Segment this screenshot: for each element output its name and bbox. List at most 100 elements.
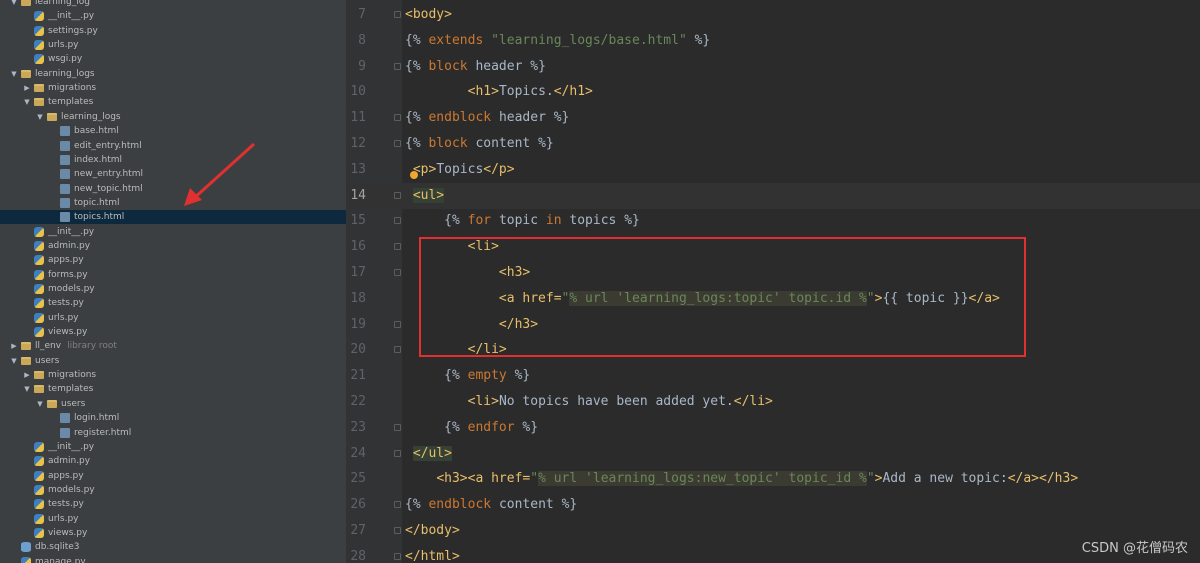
- tree-item[interactable]: ▶ migrations: [0, 368, 346, 382]
- tree-item[interactable]: models.py: [0, 483, 346, 497]
- tree-item[interactable]: admin.py: [0, 454, 346, 468]
- fold-marker-icon[interactable]: [394, 552, 401, 560]
- tree-item[interactable]: views.py: [0, 325, 346, 339]
- collapse-arrow-icon[interactable]: ▶: [9, 339, 19, 353]
- code-line[interactable]: 10 <h1>Topics.</h1>: [346, 79, 1200, 105]
- tree-item[interactable]: views.py: [0, 526, 346, 540]
- fold-marker-icon[interactable]: [394, 423, 401, 431]
- expand-arrow-icon[interactable]: ▼: [35, 110, 45, 124]
- fold-marker-icon[interactable]: [394, 114, 401, 122]
- tree-item[interactable]: ▼ learning_logs: [0, 110, 346, 124]
- tree-item[interactable]: new_topic.html: [0, 182, 346, 196]
- tree-item[interactable]: ▼ templates: [0, 95, 346, 109]
- tree-item[interactable]: __init__.py: [0, 225, 346, 239]
- tree-item-label: urls.py: [48, 312, 79, 323]
- tree-item[interactable]: ▼ learning_logs: [0, 67, 346, 81]
- tree-item[interactable]: register.html: [0, 426, 346, 440]
- folder-icon: [21, 356, 31, 365]
- tree-item[interactable]: new_entry.html: [0, 167, 346, 181]
- expand-arrow-icon[interactable]: ▼: [22, 382, 32, 396]
- tree-item[interactable]: ▼ users: [0, 397, 346, 411]
- tree-item[interactable]: tests.py: [0, 497, 346, 511]
- tree-item[interactable]: wsgi.py: [0, 52, 346, 66]
- fold-marker-icon[interactable]: [394, 62, 401, 70]
- code-line[interactable]: 24 </ul>: [346, 441, 1200, 467]
- tree-item[interactable]: apps.py: [0, 253, 346, 267]
- tree-item[interactable]: login.html: [0, 411, 346, 425]
- tree-item-label: db.sqlite3: [35, 542, 80, 553]
- expand-arrow-icon[interactable]: ▼: [22, 95, 32, 109]
- code-token: ": [530, 471, 539, 487]
- tree-item[interactable]: ▶ migrations: [0, 81, 346, 95]
- code-line[interactable]: 23 {% endfor %}: [346, 415, 1200, 441]
- tree-item[interactable]: ▼ templates: [0, 382, 346, 396]
- code-line[interactable]: 13 <p>Topics</p>: [346, 157, 1200, 183]
- code-line[interactable]: 11 {% endblock header %}: [346, 105, 1200, 131]
- fold-marker-icon[interactable]: [394, 320, 401, 328]
- tree-item[interactable]: index.html: [0, 153, 346, 167]
- tree-item-label: new_topic.html: [74, 183, 143, 194]
- tree-item[interactable]: ▶ ll_env library root: [0, 339, 346, 353]
- expand-arrow-icon[interactable]: ▼: [9, 67, 19, 81]
- tree-item[interactable]: edit_entry.html: [0, 139, 346, 153]
- tree-item[interactable]: urls.py: [0, 311, 346, 325]
- code-line[interactable]: 14 <ul>: [346, 182, 1200, 209]
- fold-marker-icon[interactable]: [394, 346, 401, 354]
- tree-item[interactable]: topic.html: [0, 196, 346, 210]
- code-token: <h3><a: [436, 471, 492, 487]
- project-tree-panel[interactable]: ▼ learning_log __init__.py settings.py urls.…: [0, 0, 346, 563]
- code-line[interactable]: 8 {% extends "learning_logs/base.html" %}: [346, 28, 1200, 54]
- tree-item[interactable]: urls.py: [0, 512, 346, 526]
- code-token: endfor: [467, 419, 523, 435]
- tree-item[interactable]: forms.py: [0, 268, 346, 282]
- code-line[interactable]: 7 <body>: [346, 2, 1200, 28]
- line-number: 25: [350, 471, 366, 487]
- tree-item[interactable]: urls.py: [0, 38, 346, 52]
- code-token: %}: [530, 58, 546, 74]
- tree-item[interactable]: admin.py: [0, 239, 346, 253]
- collapse-arrow-icon[interactable]: ▶: [22, 368, 32, 382]
- code-line[interactable]: 27 </body>: [346, 518, 1200, 544]
- expand-arrow-icon[interactable]: ▼: [35, 397, 45, 411]
- tree-item[interactable]: base.html: [0, 124, 346, 138]
- code-line[interactable]: 22 <li>No topics have been added yet.</l…: [346, 389, 1200, 415]
- code-line[interactable]: 25 <h3><a href="% url 'learning_logs:new…: [346, 466, 1200, 492]
- tree-item[interactable]: models.py: [0, 282, 346, 296]
- fold-marker-icon[interactable]: [394, 449, 401, 457]
- tree-item[interactable]: db.sqlite3: [0, 540, 346, 554]
- fold-marker-icon[interactable]: [394, 269, 401, 276]
- code-token: topic: [498, 213, 546, 229]
- fold-marker-icon[interactable]: [394, 217, 401, 225]
- code-line[interactable]: 26 {% endblock content %}: [346, 492, 1200, 518]
- tree-item[interactable]: __init__.py: [0, 440, 346, 454]
- tree-item[interactable]: apps.py: [0, 469, 346, 483]
- code-line[interactable]: 9 {% block header %}: [346, 54, 1200, 80]
- fold-marker-icon[interactable]: [394, 191, 401, 199]
- tree-item[interactable]: manage.py: [0, 555, 346, 563]
- code-line[interactable]: 28 </html>: [346, 544, 1200, 563]
- code-line[interactable]: 12 {% block content %}: [346, 131, 1200, 157]
- code-token: block: [428, 136, 476, 151]
- expand-arrow-icon[interactable]: ▼: [9, 0, 19, 9]
- tree-item[interactable]: ▼ learning_log: [0, 0, 346, 9]
- tree-item[interactable]: settings.py: [0, 24, 346, 38]
- collapse-arrow-icon[interactable]: ▶: [22, 81, 32, 95]
- tree-item[interactable]: tests.py: [0, 296, 346, 310]
- code-line[interactable]: 21 {% empty %}: [346, 363, 1200, 389]
- tree-item[interactable]: ▼ users: [0, 354, 346, 368]
- tree-item[interactable]: __init__.py: [0, 9, 346, 23]
- lightbulb-icon[interactable]: [410, 171, 418, 179]
- fold-marker-icon[interactable]: [394, 243, 401, 251]
- fold-marker-icon[interactable]: [394, 501, 401, 509]
- tree-item-label: models.py: [48, 484, 95, 495]
- expand-arrow-icon[interactable]: ▼: [9, 354, 19, 368]
- fold-marker-icon[interactable]: [394, 140, 401, 147]
- fold-marker-icon[interactable]: [394, 11, 401, 18]
- code-line[interactable]: 15 {% for topic in topics %}: [346, 208, 1200, 234]
- tree-item[interactable]: topics.html: [0, 210, 346, 225]
- tree-item-label: topic.html: [74, 197, 120, 208]
- code-token: %}: [538, 136, 554, 151]
- code-text: <li>No topics have been added yet.</li>: [405, 389, 773, 415]
- tree-item-label: __init__.py: [48, 226, 95, 237]
- fold-marker-icon[interactable]: [394, 527, 401, 534]
